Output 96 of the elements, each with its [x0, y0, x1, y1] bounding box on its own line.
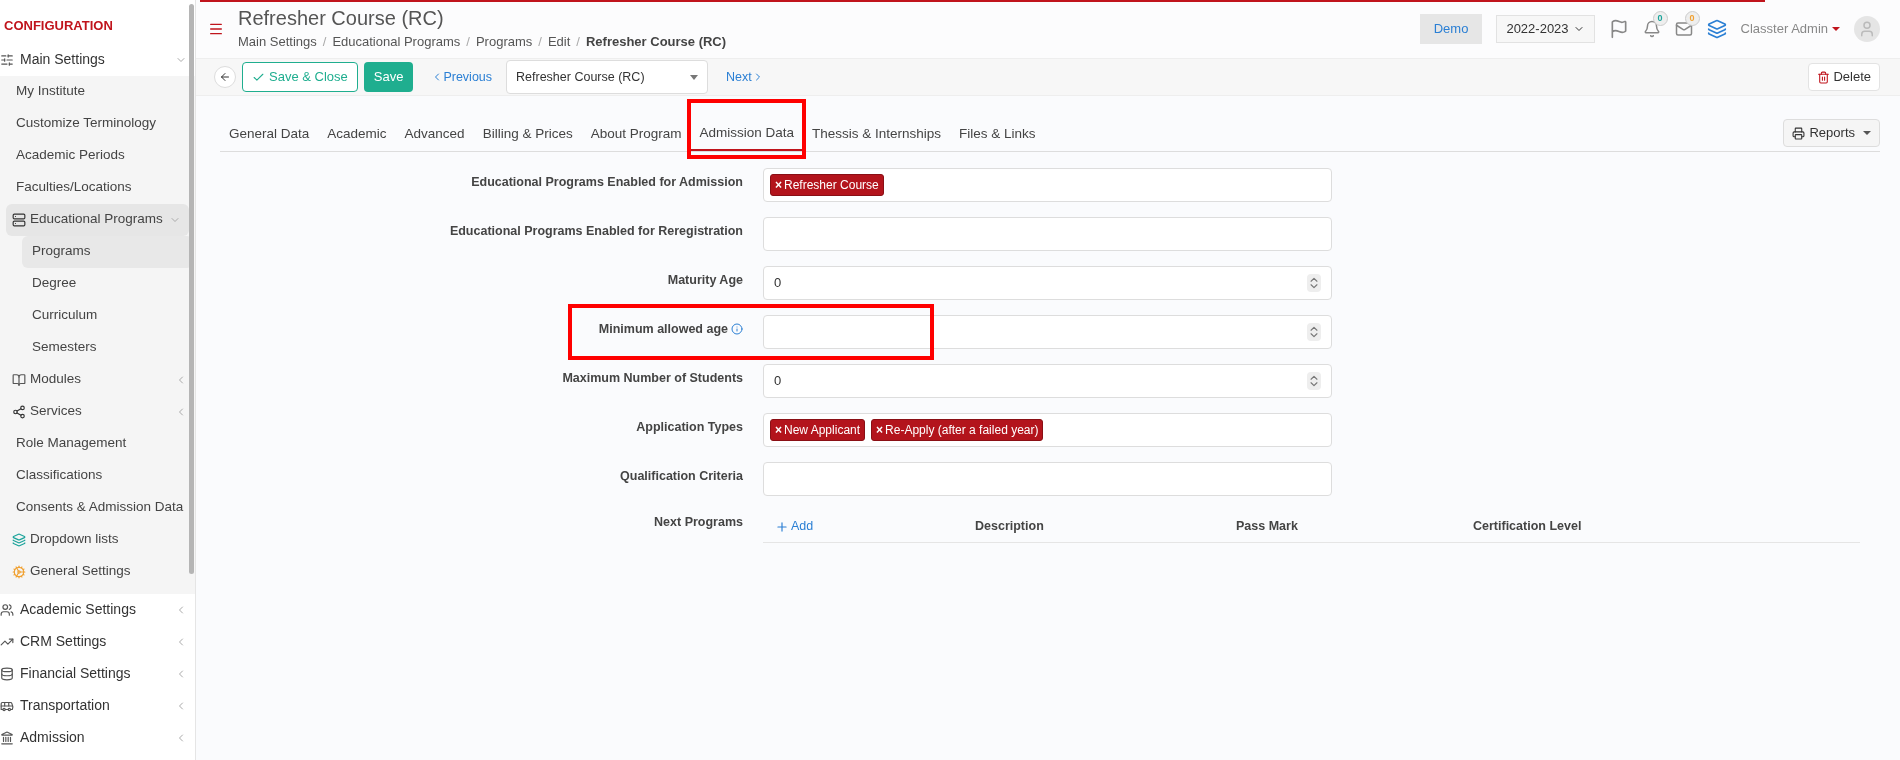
- number-field[interactable]: 0: [763, 364, 1332, 398]
- breadcrumb-link[interactable]: Programs: [475, 32, 533, 52]
- sidebar-section[interactable]: Transportation: [0, 689, 195, 722]
- sidebar-subitem[interactable]: Semesters: [22, 331, 193, 364]
- column-header: Description: [975, 518, 1045, 536]
- plus-icon: [775, 519, 789, 534]
- sidebar-item[interactable]: Services: [0, 395, 195, 428]
- field-label: Educational Programs Enabled for Admission: [471, 174, 743, 191]
- previous-link[interactable]: Previous: [431, 67, 493, 87]
- sidebar-item[interactable]: Educational Programs: [6, 203, 189, 236]
- sidebar-item[interactable]: My Institute: [0, 75, 195, 108]
- trash-icon: [1817, 70, 1831, 84]
- sidebar-item[interactable]: Role Management: [0, 427, 195, 460]
- field-label: Minimum allowed age: [598, 321, 728, 338]
- breadcrumb-link[interactable]: Edit: [547, 32, 571, 52]
- section-icon: [0, 730, 14, 745]
- tab[interactable]: General Data: [220, 117, 319, 151]
- field-label: Application Types: [636, 419, 743, 436]
- breadcrumb-link[interactable]: Main Settings: [238, 32, 317, 52]
- tab[interactable]: Thessis & Internships: [803, 117, 951, 151]
- reports-button[interactable]: Reports: [1783, 119, 1880, 147]
- printer-icon: [1792, 126, 1806, 140]
- item-icon: [12, 372, 26, 387]
- tab[interactable]: Academic: [318, 117, 396, 151]
- tag[interactable]: × New Applicant: [770, 419, 866, 441]
- sidebar-item[interactable]: Dropdown lists: [0, 523, 195, 556]
- breadcrumb-separator: /: [466, 33, 470, 52]
- sidebar-section[interactable]: Financial Settings: [0, 657, 195, 690]
- spinner-icon[interactable]: [1307, 323, 1321, 341]
- field-label: Maturity Age: [667, 272, 743, 289]
- breadcrumb-separator: /: [538, 33, 542, 52]
- envelope-icon[interactable]: [1674, 20, 1693, 38]
- delete-button[interactable]: Delete: [1808, 63, 1880, 91]
- sidebar-item[interactable]: Modules: [0, 363, 195, 396]
- info-icon[interactable]: [731, 323, 743, 336]
- user-menu[interactable]: Classter Admin: [1740, 19, 1840, 39]
- input-field[interactable]: [763, 217, 1332, 251]
- next-link[interactable]: Next: [726, 67, 764, 87]
- number-field[interactable]: [763, 315, 1332, 349]
- sidebar-item[interactable]: General Settings: [0, 555, 195, 588]
- sidebar-item[interactable]: Faculties/Locations: [0, 171, 195, 204]
- avatar[interactable]: [1854, 16, 1880, 42]
- scrollbar[interactable]: [189, 4, 194, 574]
- field-label: Next Programs: [654, 514, 743, 531]
- tag[interactable]: × Re-Apply (after a failed year): [871, 419, 1044, 441]
- tags-field[interactable]: × New Applicant × Re-Apply (after a failed year): [763, 413, 1332, 447]
- section-icon: [0, 666, 14, 681]
- sidebar-item[interactable]: Customize Terminology: [0, 107, 195, 140]
- person-icon: [1858, 20, 1876, 38]
- sidebar-item[interactable]: Academic Periods: [0, 139, 195, 172]
- spinner-icon[interactable]: [1307, 274, 1321, 292]
- tag[interactable]: × Refresher Course: [770, 174, 884, 196]
- sidebar-section[interactable]: Academic Settings: [0, 593, 195, 626]
- tab[interactable]: Files & Links: [950, 117, 1045, 151]
- tab[interactable]: Advanced: [395, 117, 474, 151]
- section-icon: [0, 52, 14, 67]
- arrow-left-icon: [219, 71, 231, 83]
- count-badge: 0: [1684, 11, 1700, 26]
- bell-icon[interactable]: [1642, 20, 1661, 38]
- breadcrumb-link[interactable]: Educational Programs: [332, 32, 461, 52]
- item-icon: [12, 212, 26, 227]
- item-icon: [12, 564, 26, 579]
- tags-field[interactable]: × Refresher Course: [763, 168, 1332, 202]
- breadcrumb-separator: /: [322, 33, 327, 52]
- tab[interactable]: About Program: [581, 117, 691, 151]
- sidebar-item[interactable]: Consents & Admission Data: [0, 491, 195, 524]
- page-title: Refresher Course (RC): [238, 6, 445, 31]
- column-header: Certification Level: [1473, 518, 1583, 536]
- breadcrumb-current: Refresher Course (RC): [585, 33, 727, 52]
- sidebar-section[interactable]: CRM Settings: [0, 625, 195, 658]
- item-icon: [12, 532, 26, 547]
- year-select[interactable]: 2022-2023: [1496, 15, 1595, 43]
- field-label: Educational Programs Enabled for Reregistration: [449, 223, 743, 240]
- add-link[interactable]: Add: [775, 517, 975, 536]
- sidebar-subitem[interactable]: Degree: [22, 267, 193, 300]
- field-label: Qualification Criteria: [620, 468, 743, 485]
- spinner-icon[interactable]: [1307, 372, 1321, 390]
- menu-icon[interactable]: [208, 21, 224, 37]
- tab[interactable]: Admission Data: [690, 117, 803, 151]
- input-field[interactable]: [763, 462, 1332, 496]
- section-icon: [0, 602, 14, 617]
- field-label: Maximum Number of Students: [562, 370, 743, 387]
- back-button[interactable]: [214, 66, 236, 88]
- breadcrumb-separator: /: [576, 33, 580, 52]
- sidebar-item[interactable]: Classifications: [0, 459, 195, 492]
- tab[interactable]: Billing & Prices: [473, 117, 582, 151]
- sidebar-section[interactable]: Admission: [0, 721, 195, 754]
- sidebar-section[interactable]: Main Settings: [0, 43, 195, 76]
- sidebar-subitem[interactable]: Curriculum: [22, 299, 193, 332]
- record-select[interactable]: Refresher Course (RC): [506, 60, 709, 94]
- layers-icon[interactable]: [1706, 19, 1727, 39]
- item-icon: [12, 404, 26, 419]
- count-badge: 0: [1652, 11, 1668, 26]
- column-header: Pass Mark: [1236, 518, 1299, 536]
- number-field[interactable]: 0: [763, 266, 1332, 300]
- sidebar-heading: CONFIGURATION: [3, 17, 114, 35]
